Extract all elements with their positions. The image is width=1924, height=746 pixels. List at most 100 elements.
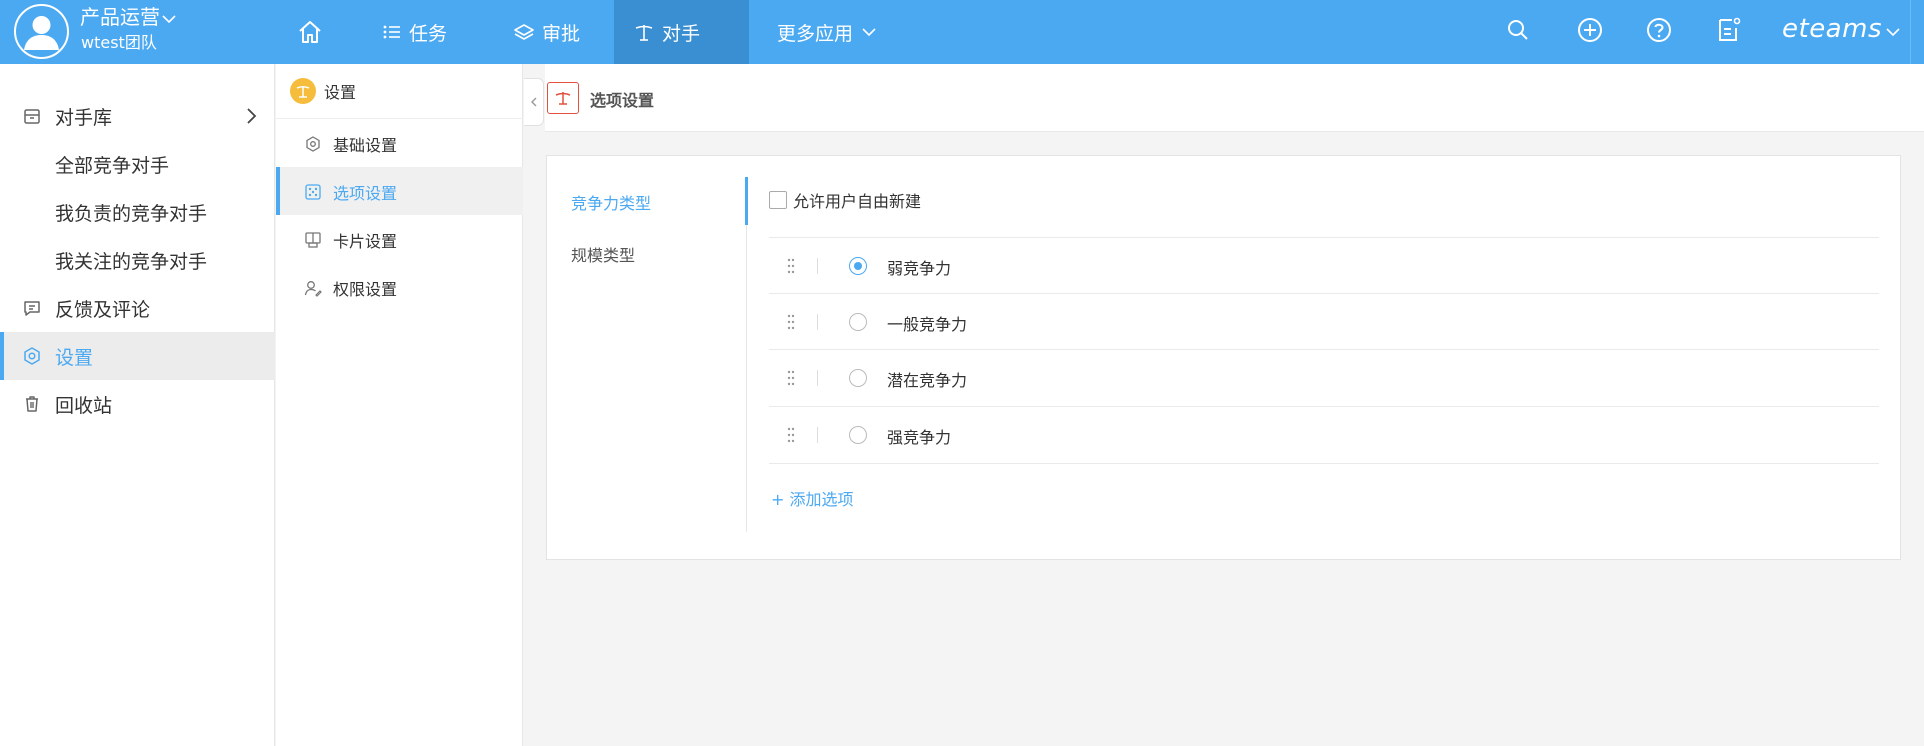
divider [746, 177, 747, 532]
nav-more-apps-label: 更多应用 [777, 22, 854, 45]
page-title: 选项设置 [590, 91, 655, 110]
org-name[interactable]: 产品运营 [80, 4, 176, 30]
allow-create-option[interactable]: 允许用户自由新建 [769, 188, 921, 212]
option-default-radio[interactable] [849, 426, 867, 444]
divider [817, 370, 818, 386]
option-row: 潜在竞争力 [769, 349, 1879, 405]
nav-more-apps[interactable]: 更多应用 [757, 0, 897, 64]
document-icon [1719, 17, 1741, 41]
chevron-down-icon [862, 28, 876, 37]
nav-approval[interactable]: 审批 [494, 0, 600, 64]
user-icon [24, 16, 59, 50]
top-bar: 产品运营 wtest团队 任务 审批 对手 更多应用 eteams [0, 0, 1924, 64]
divider [817, 427, 818, 443]
divider [817, 258, 818, 274]
options-card: 竞争力类型 规模类型 允许用户自由新建 弱竞争力 一般竞争力 潜在竞争力 强竞争… [546, 155, 1901, 560]
notes-button[interactable] [1714, 15, 1744, 45]
archive-icon [24, 109, 40, 124]
drag-handle-icon[interactable] [787, 427, 795, 443]
option-row: 一般竞争力 [769, 293, 1879, 349]
sidebar-item-settings[interactable]: 设置 [0, 332, 275, 380]
type-tab-competitiveness[interactable]: 竞争力类型 [571, 190, 651, 214]
home-button[interactable] [280, 0, 340, 64]
divider [817, 314, 818, 330]
settings-item-card[interactable]: 卡片设置 [276, 215, 523, 263]
drag-handle-icon[interactable] [787, 258, 795, 274]
option-label: 强竞争力 [887, 428, 952, 447]
settings-item-label: 基础设置 [333, 136, 398, 155]
basic-settings-icon [306, 136, 320, 152]
settings-panel-header: 设置 [276, 64, 523, 119]
permission-icon [304, 281, 322, 297]
settings-badge [290, 78, 316, 104]
nav-tasks-label: 任务 [409, 22, 448, 45]
add-option-button[interactable]: + 添加选项 [771, 486, 854, 510]
type-tab-scale[interactable]: 规模类型 [571, 242, 635, 266]
settings-panel: 设置 基础设置 选项设置 卡片设置 权限设置 [276, 64, 523, 746]
comment-icon [24, 301, 40, 316]
create-button[interactable] [1575, 15, 1605, 45]
plus-circle-icon [1578, 18, 1602, 42]
help-icon [1647, 18, 1671, 42]
option-row: 强竞争力 [769, 406, 1879, 462]
settings-item-permission[interactable]: 权限设置 [276, 263, 523, 311]
settings-item-label: 选项设置 [333, 184, 398, 203]
option-default-radio[interactable] [849, 369, 867, 387]
option-default-radio[interactable] [849, 257, 867, 275]
settings-panel-title: 设置 [324, 83, 357, 102]
drag-handle-icon[interactable] [787, 314, 795, 330]
page-icon-box [547, 82, 579, 114]
team-name: wtest团队 [81, 33, 157, 52]
allow-create-label: 允许用户自由新建 [793, 192, 922, 211]
sidebar-item-all-competitors[interactable]: 全部竞争对手 [0, 140, 275, 188]
nav-competitors[interactable]: 对手 [614, 0, 749, 64]
sidebar-item-my-followed[interactable]: 我关注的竞争对手 [0, 236, 275, 284]
sidebar-item-label: 回收站 [55, 394, 113, 417]
settings-item-label: 卡片设置 [333, 232, 398, 251]
trash-icon [26, 396, 38, 412]
sidebar-item-label: 反馈及评论 [55, 298, 151, 321]
card-icon [305, 232, 321, 248]
settings-item-basic[interactable]: 基础设置 [276, 119, 523, 167]
sidebar-item-label: 设置 [55, 346, 94, 369]
nav-competitors-label: 对手 [662, 22, 701, 45]
account-switcher[interactable]: 产品运营 wtest团队 [0, 0, 275, 64]
option-label: 弱竞争力 [887, 259, 952, 278]
options-icon [305, 184, 321, 200]
option-label: 一般竞争力 [887, 315, 968, 334]
search-button[interactable] [1503, 15, 1533, 45]
sidebar-item-label: 我关注的竞争对手 [55, 250, 208, 273]
list-icon [383, 25, 400, 39]
scale-icon [635, 25, 653, 41]
brand-logo: eteams [1782, 14, 1882, 44]
sidebar-item-feedback[interactable]: 反馈及评论 [0, 284, 275, 332]
option-row: 弱竞争力 [769, 237, 1879, 293]
help-button[interactable] [1644, 15, 1674, 45]
scrollbar-strip [1910, 0, 1924, 64]
scale-icon [555, 92, 571, 105]
settings-item-options[interactable]: 选项设置 [276, 167, 523, 215]
scale-icon [296, 86, 310, 98]
active-indicator [276, 167, 280, 215]
user-avatar[interactable] [14, 4, 69, 59]
settings-item-label: 权限设置 [333, 280, 398, 299]
org-name-label: 产品运营 [80, 5, 160, 29]
sidebar-item-label: 全部竞争对手 [55, 154, 170, 177]
nav-approval-label: 审批 [542, 22, 581, 45]
divider [769, 463, 1879, 464]
nav-tasks[interactable]: 任务 [363, 0, 467, 64]
sidebar-item-my-responsible[interactable]: 我负责的竞争对手 [0, 188, 275, 236]
active-indicator [0, 332, 4, 380]
chevron-down-icon [162, 14, 176, 23]
collapse-panel-button[interactable] [524, 78, 544, 126]
sidebar-item-competitor-library[interactable]: 对手库 [0, 92, 275, 140]
home-icon [299, 21, 321, 43]
chevron-right-icon [247, 108, 257, 124]
option-default-radio[interactable] [849, 313, 867, 331]
option-label: 潜在竞争力 [887, 371, 968, 390]
sidebar-item-recycle-bin[interactable]: 回收站 [0, 380, 275, 428]
brand-menu[interactable]: eteams [1782, 14, 1901, 44]
drag-handle-icon[interactable] [787, 370, 795, 386]
allow-create-checkbox[interactable] [769, 191, 787, 209]
sidebar: 对手库 全部竞争对手 我负责的竞争对手 我关注的竞争对手 反馈及评论 设置 回收… [0, 64, 275, 746]
